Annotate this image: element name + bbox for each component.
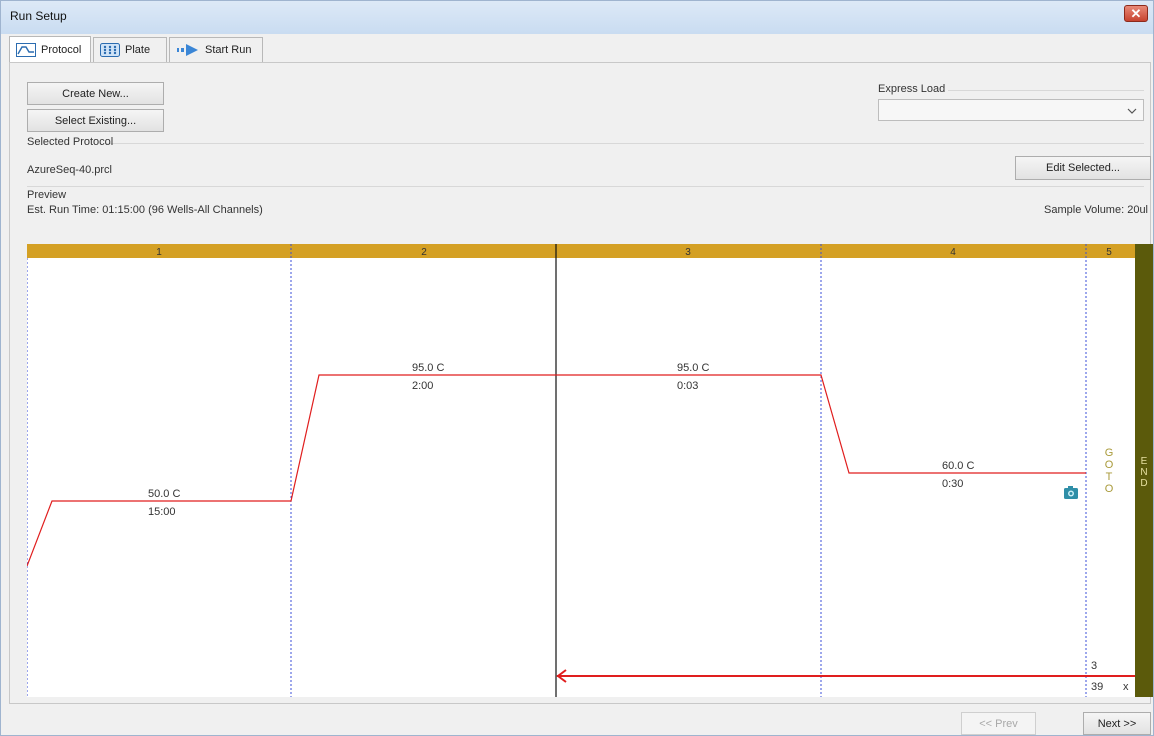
preview-heading: Preview bbox=[27, 189, 67, 201]
tab-start-run-label: Start Run bbox=[205, 44, 252, 56]
tab-plate-label: Plate bbox=[125, 44, 151, 56]
protocol-chart: 1 2 3 4 5 E N D 50.0 C 15:00 95.0 C 2:00… bbox=[27, 244, 1153, 697]
step-1-time: 15:00 bbox=[148, 506, 176, 518]
step-number-3: 3 bbox=[685, 247, 691, 258]
step-number-4: 4 bbox=[950, 247, 956, 258]
repeat-suffix: x bbox=[1123, 681, 1129, 693]
step-4-temp: 60.0 C bbox=[942, 460, 974, 472]
step-3-time: 0:03 bbox=[677, 380, 698, 392]
plate-grid-icon bbox=[100, 43, 120, 57]
goto-letter-t: T bbox=[1106, 471, 1113, 483]
step-number-1: 1 bbox=[156, 247, 162, 258]
preview-rule bbox=[27, 186, 1144, 187]
est-run-time: Est. Run Time: 01:15:00 (96 Wells-All Ch… bbox=[27, 204, 263, 216]
end-letter-e: E bbox=[1141, 456, 1148, 467]
close-button[interactable]: ✕ bbox=[1124, 5, 1148, 22]
next-button[interactable]: Next >> bbox=[1083, 712, 1151, 735]
end-letter-n: N bbox=[1140, 467, 1147, 478]
tab-start-run[interactable]: Start Run bbox=[169, 37, 263, 62]
express-load-rule bbox=[948, 90, 1144, 91]
title-bar: Run Setup ✕ bbox=[1, 1, 1153, 34]
prev-button[interactable]: << Prev bbox=[961, 712, 1036, 735]
protocol-graph-icon bbox=[16, 43, 36, 57]
tab-protocol[interactable]: Protocol bbox=[9, 36, 91, 63]
step-2-time: 2:00 bbox=[412, 380, 433, 392]
edit-selected-button[interactable]: Edit Selected... bbox=[1015, 156, 1151, 180]
goto-letter-g: G bbox=[1105, 447, 1114, 459]
step-4-time: 0:30 bbox=[942, 478, 963, 490]
goto-step-number: 3 bbox=[1091, 660, 1097, 672]
step-2-temp: 95.0 C bbox=[412, 362, 444, 374]
selected-protocol-file: AzureSeq-40.prcl bbox=[27, 164, 112, 176]
express-load-label: Express Load bbox=[878, 83, 946, 95]
window-title: Run Setup bbox=[10, 9, 67, 23]
step-header-bar bbox=[27, 244, 1135, 258]
selected-protocol-heading: Selected Protocol bbox=[27, 136, 114, 148]
sample-volume: Sample Volume: 20ul bbox=[1044, 204, 1148, 216]
protocol-chart-svg: 1 2 3 4 5 E N D 50.0 C 15:00 95.0 C 2:00… bbox=[27, 244, 1153, 697]
chevron-down-icon bbox=[1127, 108, 1137, 114]
selected-protocol-rule bbox=[105, 143, 1144, 144]
step-number-2: 2 bbox=[421, 247, 427, 258]
camera-capture-icon[interactable] bbox=[1064, 486, 1078, 499]
run-setup-window: Run Setup ✕ Protocol Plate Start Run Cre… bbox=[0, 0, 1154, 736]
goto-letter-o2: O bbox=[1105, 483, 1114, 495]
end-letter-d: D bbox=[1140, 478, 1147, 489]
tab-protocol-label: Protocol bbox=[41, 44, 82, 56]
step-number-5: 5 bbox=[1106, 247, 1112, 258]
tab-plate[interactable]: Plate bbox=[93, 37, 167, 62]
express-load-dropdown[interactable] bbox=[878, 99, 1144, 121]
step-1-temp: 50.0 C bbox=[148, 488, 180, 500]
repeat-count: 39 bbox=[1091, 681, 1103, 693]
select-existing-button[interactable]: Select Existing... bbox=[27, 109, 164, 132]
start-run-arrow-icon bbox=[177, 44, 198, 56]
step-3-temp: 95.0 C bbox=[677, 362, 709, 374]
create-new-button[interactable]: Create New... bbox=[27, 82, 164, 105]
goto-letter-o1: O bbox=[1105, 459, 1114, 471]
